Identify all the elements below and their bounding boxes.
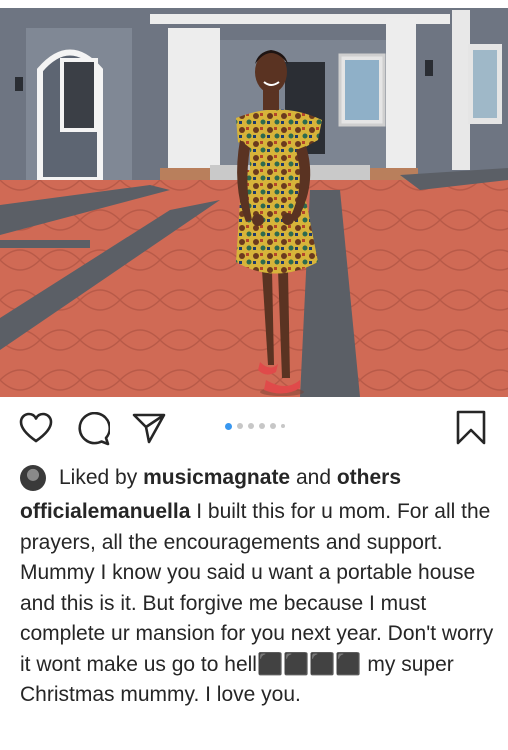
likes-others-link[interactable]: others [337, 466, 401, 490]
likes-summary: Liked by musicmagnate and others [20, 463, 401, 493]
carousel-dot [237, 423, 243, 429]
paper-plane-icon[interactable] [132, 412, 166, 444]
carousel-dot [281, 424, 285, 428]
avatar[interactable] [20, 465, 46, 491]
carousel-dot [259, 423, 265, 429]
comment-icon[interactable] [76, 412, 110, 446]
post-caption: officialemanuella I built this for u mom… [20, 497, 496, 711]
caption-username[interactable]: officialemanuella [20, 500, 190, 523]
post-photo[interactable] [0, 0, 508, 397]
post-photo-illustration [0, 0, 508, 397]
carousel-dot [225, 422, 232, 430]
likes-prefix: Liked by [59, 466, 144, 489]
liker-username[interactable]: musicmagnate [143, 466, 290, 490]
carousel-dot [270, 423, 276, 429]
carousel-dot [248, 423, 254, 429]
caption-text: I built this for u mom. For all the pray… [20, 500, 494, 706]
heart-icon[interactable] [19, 412, 53, 444]
bookmark-icon[interactable] [455, 410, 487, 446]
likes-conjunction: and [290, 466, 337, 489]
post-actions-bar [0, 397, 508, 459]
carousel-indicator [225, 422, 285, 430]
